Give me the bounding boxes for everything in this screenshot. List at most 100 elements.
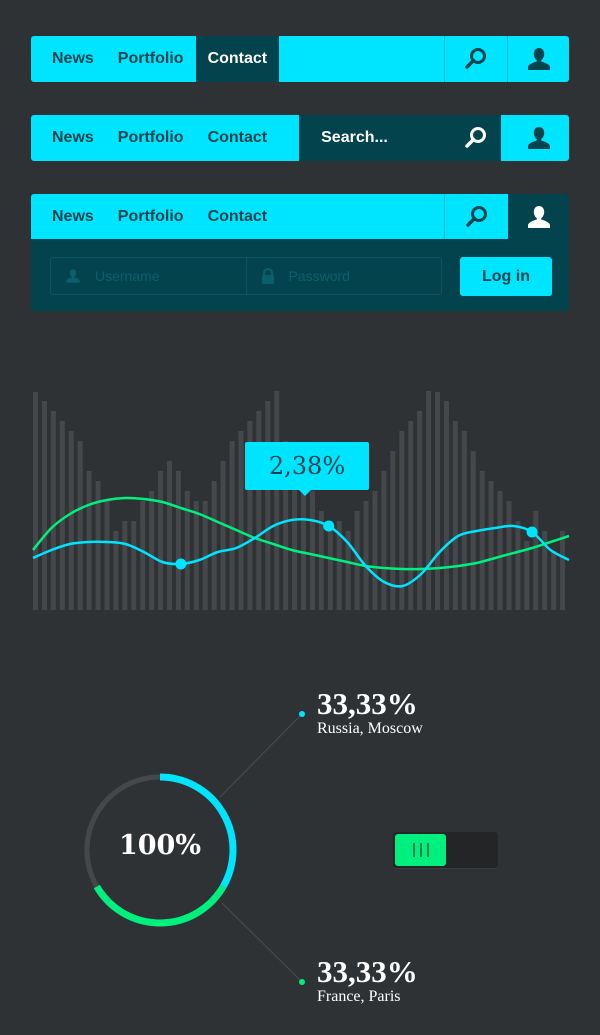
bar <box>175 471 181 610</box>
bar <box>140 501 146 610</box>
bar <box>524 541 530 610</box>
nav2-search-box <box>299 115 502 161</box>
connector-dot-france <box>299 979 305 985</box>
nav1-user-button[interactable] <box>507 36 569 82</box>
stat-russia: 33,33% Russia, Moscow <box>317 688 423 738</box>
stat-france: 33,33% France, Paris <box>317 956 418 1006</box>
nav1-item-portfolio[interactable]: Portfolio <box>106 36 196 82</box>
bar <box>167 461 172 610</box>
navbar-3-login-panel: News Portfolio Contact Log in <box>31 194 569 311</box>
search-icon <box>465 48 486 69</box>
highlight-point[interactable] <box>323 520 335 532</box>
bar <box>309 491 315 610</box>
bar <box>452 421 458 610</box>
navbar-2: News Portfolio Contact <box>31 115 569 161</box>
nav2-spacer <box>501 115 508 161</box>
nav2-item-portfolio[interactable]: Portfolio <box>106 115 196 161</box>
bar <box>372 491 378 610</box>
nav3-item-portfolio[interactable]: Portfolio <box>106 194 196 239</box>
highlight-point[interactable] <box>526 526 538 538</box>
bar <box>417 411 423 610</box>
toggle-knob[interactable] <box>395 834 446 866</box>
chart-tooltip: 2,38% <box>245 442 369 496</box>
login-button[interactable]: Log in <box>460 257 552 296</box>
nav3-user-button[interactable] <box>508 194 569 239</box>
user-icon <box>527 205 550 228</box>
bar <box>193 501 199 610</box>
bar <box>533 511 539 610</box>
bar <box>33 392 38 610</box>
bar <box>426 391 432 610</box>
bar <box>363 501 369 610</box>
bar <box>265 401 271 610</box>
stat-percent: 33,33% <box>317 954 418 989</box>
search-icon <box>465 127 487 148</box>
bar <box>381 471 387 610</box>
nav1-item-news[interactable]: News <box>31 36 106 82</box>
bar <box>274 391 280 610</box>
stat-location: France, Paris <box>317 988 401 1005</box>
connector-line-russia <box>219 713 303 798</box>
nav2-search-input[interactable] <box>319 128 454 148</box>
nav3-search-button[interactable] <box>444 194 508 239</box>
bar-series <box>33 391 566 610</box>
bar <box>131 521 137 610</box>
nav3-item-news[interactable]: News <box>31 194 106 239</box>
nav2-item-contact[interactable]: Contact <box>196 115 280 161</box>
bar <box>497 491 503 610</box>
bar <box>435 392 440 610</box>
username-input[interactable] <box>93 267 237 285</box>
bar <box>238 431 244 610</box>
donut-segment <box>93 884 227 927</box>
donut-center-label: 100% <box>118 830 201 861</box>
bar <box>551 551 557 610</box>
grip-line <box>419 843 422 857</box>
nav2-user-button[interactable] <box>508 115 569 161</box>
bar <box>86 471 92 610</box>
nav1-item-contact[interactable]: Contact <box>195 36 280 82</box>
nav3-item-contact[interactable]: Contact <box>196 194 280 239</box>
bar <box>211 481 217 610</box>
bar <box>318 511 324 610</box>
nav1-search-button[interactable] <box>444 36 507 82</box>
grip-line <box>426 843 429 857</box>
bar <box>399 431 405 610</box>
user-icon <box>527 48 550 70</box>
bar <box>50 411 56 610</box>
toggle-switch[interactable] <box>393 832 498 868</box>
bar <box>327 521 333 610</box>
user-icon <box>527 127 550 149</box>
password-input[interactable] <box>286 267 431 285</box>
connector-line-france <box>221 902 303 983</box>
nav3-spacer <box>279 194 444 239</box>
bar <box>560 531 566 610</box>
bar <box>59 421 65 610</box>
bar <box>461 431 467 610</box>
bar <box>515 521 521 610</box>
bar <box>229 441 235 610</box>
bar <box>122 521 128 610</box>
password-field <box>245 258 442 294</box>
bar <box>158 471 164 610</box>
lock-icon <box>261 268 274 284</box>
stat-location: Russia, Moscow <box>317 720 423 737</box>
username-field <box>51 258 246 294</box>
bar <box>68 431 74 610</box>
bar <box>149 491 155 610</box>
bar <box>443 401 449 610</box>
login-fields <box>50 257 442 295</box>
user-icon <box>66 269 80 283</box>
bar <box>354 511 360 610</box>
nav2-item-news[interactable]: News <box>31 115 106 161</box>
highlight-point[interactable] <box>175 558 187 570</box>
nav2-search-submit[interactable] <box>461 126 491 150</box>
stat-percent: 33,33% <box>317 686 418 721</box>
navbar-1: News Portfolio Contact <box>31 36 569 82</box>
bar <box>488 481 494 610</box>
bar <box>256 411 262 610</box>
bar <box>220 461 226 610</box>
navbar-3: News Portfolio Contact <box>31 194 508 239</box>
connector-dot-russia <box>299 711 305 717</box>
bar <box>77 441 83 610</box>
grip-line <box>412 843 415 857</box>
